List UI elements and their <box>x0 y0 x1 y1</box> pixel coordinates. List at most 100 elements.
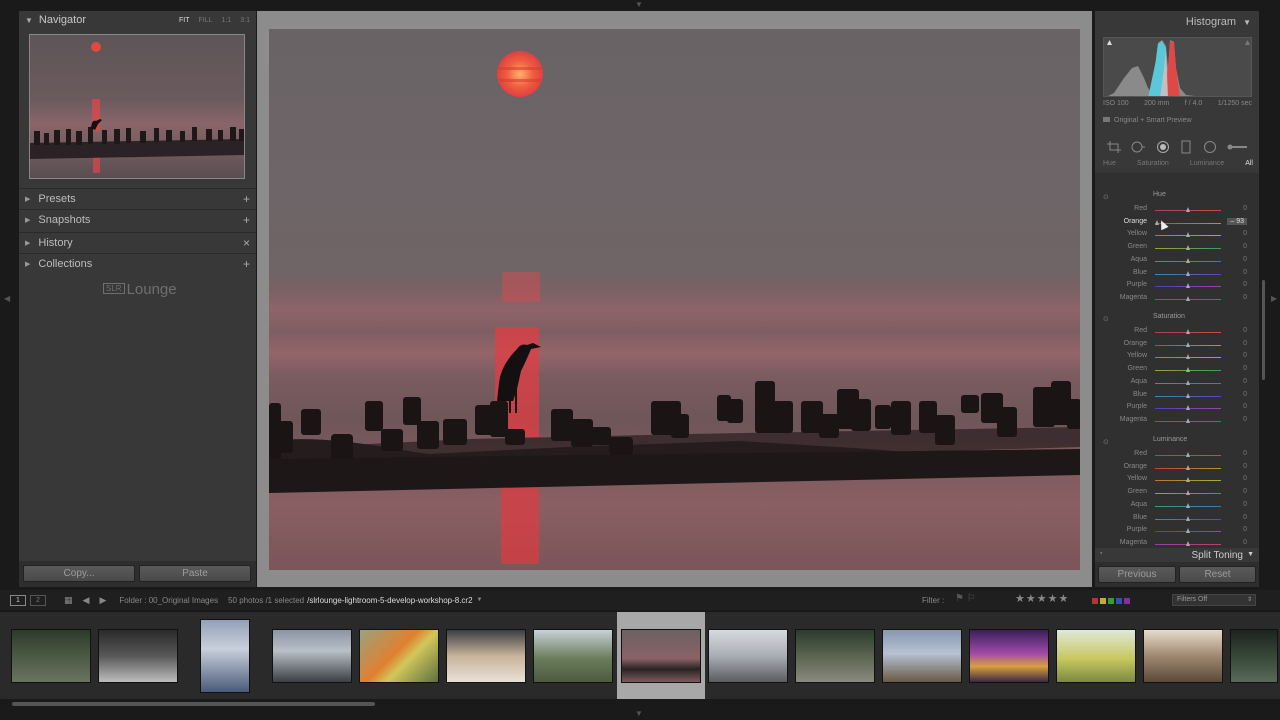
filmstrip-thumbnail[interactable] <box>621 628 701 683</box>
grid-view-icon[interactable]: ▦ <box>64 595 73 606</box>
selected-file-path[interactable]: /slrlounge-lightroom-5-develop-workshop-… <box>307 596 472 605</box>
filmstrip-cell[interactable] <box>966 612 1052 699</box>
tab-saturation[interactable]: Saturation <box>1137 160 1169 167</box>
slider-knob[interactable] <box>1185 405 1190 411</box>
filmstrip-cell[interactable] <box>356 612 442 699</box>
slider-knob[interactable] <box>1185 515 1190 521</box>
hsl-slider-aqua[interactable]: Aqua 0 <box>1095 500 1259 512</box>
slider-knob[interactable] <box>1185 270 1190 276</box>
filmstrip-thumbnail[interactable] <box>98 628 178 683</box>
slider-knob[interactable] <box>1185 528 1190 534</box>
hsl-slider-green[interactable]: Green 0 <box>1095 242 1259 254</box>
slider-knob[interactable] <box>1185 417 1190 423</box>
slider-knob[interactable] <box>1185 329 1190 334</box>
filmstrip-thumbnail[interactable] <box>1143 628 1223 683</box>
hsl-slider-orange[interactable]: Orange – 93 <box>1095 217 1259 229</box>
slider-knob[interactable] <box>1185 452 1190 457</box>
hsl-slider-yellow[interactable]: Yellow 0 <box>1095 229 1259 241</box>
filmstrip-cell[interactable] <box>530 612 616 699</box>
clear-history-icon[interactable]: × <box>243 236 250 250</box>
slider-value[interactable]: 0 <box>1243 539 1247 546</box>
primary-display-button[interactable]: 1 <box>10 594 26 606</box>
bottom-panel-toggle-icon[interactable]: ▼ <box>635 710 643 718</box>
filmstrip-cell[interactable] <box>443 612 529 699</box>
slider-knob[interactable] <box>1185 257 1190 263</box>
slider-knob[interactable] <box>1185 502 1190 508</box>
adjustment-brush-tool-icon[interactable] <box>1227 142 1247 152</box>
filmstrip-thumbnail[interactable] <box>1056 628 1136 683</box>
hsl-slider-green[interactable]: Green 0 <box>1095 487 1259 499</box>
hsl-slider-aqua[interactable]: Aqua 0 <box>1095 377 1259 389</box>
slider-value[interactable]: 0 <box>1243 340 1247 347</box>
add-collection-icon[interactable]: + <box>243 257 250 271</box>
zoom-3-1[interactable]: 3:1 <box>240 17 250 24</box>
slider-knob[interactable] <box>1185 232 1190 238</box>
filmstrip-thumbnail[interactable] <box>969 628 1049 683</box>
hsl-slider-orange[interactable]: Orange 0 <box>1095 462 1259 474</box>
hsl-slider-blue[interactable]: Blue 0 <box>1095 390 1259 402</box>
filmstrip-thumbnail[interactable] <box>708 628 788 683</box>
folder-source[interactable]: Folder : 00_Original Images <box>119 596 218 605</box>
forward-arrow-icon[interactable]: ▶ <box>99 595 106 606</box>
left-panel-toggle-icon[interactable]: ◀ <box>4 295 10 303</box>
filmstrip-thumbnail[interactable] <box>882 628 962 683</box>
slider-value[interactable]: 0 <box>1243 281 1247 288</box>
previous-button[interactable]: Previous <box>1098 566 1176 583</box>
secondary-display-button[interactable]: 2 <box>30 594 46 606</box>
copy-button[interactable]: Copy... <box>23 565 135 582</box>
slider-knob[interactable] <box>1185 295 1190 301</box>
top-panel-toggle-icon[interactable]: ▼ <box>635 1 643 9</box>
filmstrip-cell[interactable] <box>1227 612 1280 699</box>
slider-knob[interactable] <box>1185 354 1190 360</box>
slider-value[interactable]: 0 <box>1243 352 1247 359</box>
filmstrip-cell[interactable] <box>879 612 965 699</box>
filmstrip-thumbnail[interactable] <box>446 628 526 683</box>
split-toning-header[interactable]: ▪ Split Toning ▼ <box>1095 548 1259 562</box>
hsl-slider-red[interactable]: Red 0 <box>1095 326 1259 338</box>
slider-knob[interactable] <box>1185 283 1190 289</box>
history-section[interactable]: ▶ History × <box>19 232 256 252</box>
slider-value[interactable]: 0 <box>1243 463 1247 470</box>
group-target-adjust-icon[interactable]: ⊙ <box>1103 193 1109 201</box>
blue-label-swatch[interactable] <box>1116 598 1122 604</box>
filmstrip-thumbnail[interactable] <box>1229 628 1278 683</box>
slider-value[interactable]: 0 <box>1243 475 1247 482</box>
navigator-header[interactable]: ▼ Navigator FIT FILL 1:1 3:1 <box>19 11 256 29</box>
hsl-slider-red[interactable]: Red 0 <box>1095 449 1259 461</box>
slider-value[interactable]: 0 <box>1243 391 1247 398</box>
add-preset-icon[interactable]: + <box>243 192 250 206</box>
hsl-slider-magenta[interactable]: Magenta 0 <box>1095 415 1259 427</box>
tab-all[interactable]: All <box>1245 160 1253 167</box>
spot-removal-tool-icon[interactable] <box>1131 140 1146 154</box>
filmstrip-thumbnail[interactable] <box>359 628 439 683</box>
zoom-fit[interactable]: FIT <box>179 17 190 24</box>
tab-hue[interactable]: Hue <box>1103 160 1116 167</box>
hsl-slider-blue[interactable]: Blue 0 <box>1095 513 1259 525</box>
filmstrip-thumbnail[interactable] <box>272 628 352 683</box>
panel-switch-icon[interactable]: ▪ <box>1100 550 1102 557</box>
filmstrip-thumbnail[interactable] <box>200 618 250 693</box>
right-panel-toggle-icon[interactable]: ▶ <box>1271 295 1277 303</box>
zoom-1-1[interactable]: 1:1 <box>222 17 232 24</box>
slider-value[interactable]: 0 <box>1243 294 1247 301</box>
filmstrip-thumbnail[interactable] <box>533 628 613 683</box>
filmstrip-cell[interactable] <box>792 612 878 699</box>
image-canvas[interactable] <box>257 11 1092 587</box>
slider-knob[interactable] <box>1185 367 1190 373</box>
histogram-header[interactable]: Histogram ▼ <box>1186 16 1251 28</box>
slider-knob[interactable] <box>1185 490 1190 496</box>
collections-section[interactable]: ▶ Collections + <box>19 253 256 273</box>
right-panel-scrollbar[interactable] <box>1262 280 1265 380</box>
graduated-filter-tool-icon[interactable] <box>1180 140 1192 154</box>
slider-value[interactable]: 0 <box>1243 416 1247 423</box>
filmstrip-cell[interactable] <box>269 612 355 699</box>
hsl-slider-red[interactable]: Red 0 <box>1095 204 1259 216</box>
navigator-preview[interactable] <box>29 34 245 179</box>
snapshots-section[interactable]: ▶ Snapshots + <box>19 209 256 229</box>
green-label-swatch[interactable] <box>1108 598 1114 604</box>
slider-value[interactable]: 0 <box>1243 230 1247 237</box>
filmstrip-cell[interactable] <box>182 612 268 699</box>
slider-value[interactable]: 0 <box>1243 526 1247 533</box>
slider-knob[interactable] <box>1185 392 1190 398</box>
crop-tool-icon[interactable] <box>1107 141 1121 153</box>
